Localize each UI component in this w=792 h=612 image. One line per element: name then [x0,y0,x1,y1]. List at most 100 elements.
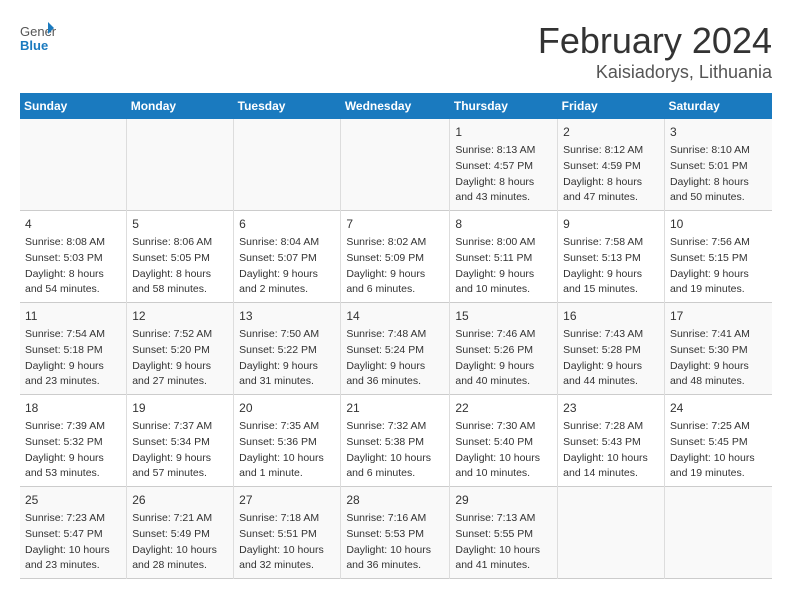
calendar-cell: 4Sunrise: 8:08 AMSunset: 5:03 PMDaylight… [20,211,127,303]
calendar-cell: 23Sunrise: 7:28 AMSunset: 5:43 PMDayligh… [558,395,665,487]
day-number: 4 [25,215,121,233]
cell-info-line: Daylight: 9 hours [25,359,121,375]
calendar-cell: 27Sunrise: 7:18 AMSunset: 5:51 PMDayligh… [234,487,341,579]
cell-info-line: Daylight: 9 hours [239,359,335,375]
calendar-cell: 29Sunrise: 7:13 AMSunset: 5:55 PMDayligh… [450,487,558,579]
cell-info-line: and 27 minutes. [132,374,228,390]
calendar-cell: 6Sunrise: 8:04 AMSunset: 5:07 PMDaylight… [234,211,341,303]
cell-info-line: Sunrise: 8:08 AM [25,235,121,251]
cell-info-line: Sunrise: 8:02 AM [346,235,444,251]
cell-info-line: Sunrise: 7:39 AM [25,419,121,435]
cell-info-line: Sunset: 5:26 PM [455,343,552,359]
cell-info-line: and 54 minutes. [25,282,121,298]
cell-info-line: Sunset: 5:18 PM [25,343,121,359]
cell-info-line: Sunset: 5:32 PM [25,435,121,451]
cell-info-line: and 57 minutes. [132,466,228,482]
cell-info-line: Sunrise: 7:56 AM [670,235,767,251]
cell-info-line: and 44 minutes. [563,374,659,390]
calendar-cell [20,119,127,211]
cell-info-line: Sunset: 5:51 PM [239,527,335,543]
cell-info-line: Daylight: 9 hours [132,359,228,375]
cell-info-line: Daylight: 10 hours [132,543,228,559]
weekday-header-tuesday: Tuesday [234,93,341,119]
cell-info-line: and 23 minutes. [25,374,121,390]
cell-info-line: and 2 minutes. [239,282,335,298]
cell-info-line: Daylight: 9 hours [563,359,659,375]
day-number: 25 [25,491,121,509]
calendar-cell: 3Sunrise: 8:10 AMSunset: 5:01 PMDaylight… [664,119,772,211]
cell-info-line: and 23 minutes. [25,558,121,574]
cell-info-line: Sunrise: 7:41 AM [670,327,767,343]
weekday-header-row: SundayMondayTuesdayWednesdayThursdayFrid… [20,93,772,119]
page-title: February 2024 [538,20,772,62]
cell-info-line: Sunset: 5:55 PM [455,527,552,543]
day-number: 6 [239,215,335,233]
cell-info-line: and 43 minutes. [455,190,552,206]
cell-info-line: Daylight: 9 hours [346,359,444,375]
cell-info-line: Daylight: 9 hours [455,359,552,375]
cell-info-line: Daylight: 9 hours [132,451,228,467]
cell-info-line: Daylight: 9 hours [455,267,552,283]
cell-info-line: and 31 minutes. [239,374,335,390]
cell-info-line: Sunset: 5:01 PM [670,159,767,175]
cell-info-line: Sunrise: 8:04 AM [239,235,335,251]
day-number: 1 [455,123,552,141]
day-number: 28 [346,491,444,509]
calendar-cell: 17Sunrise: 7:41 AMSunset: 5:30 PMDayligh… [664,303,772,395]
logo: General Blue [20,20,56,56]
day-number: 15 [455,307,552,325]
cell-info-line: Daylight: 10 hours [25,543,121,559]
cell-info-line: Sunrise: 7:35 AM [239,419,335,435]
cell-info-line: and 32 minutes. [239,558,335,574]
day-number: 3 [670,123,767,141]
cell-info-line: and 10 minutes. [455,466,552,482]
cell-info-line: Sunset: 5:15 PM [670,251,767,267]
day-number: 10 [670,215,767,233]
svg-text:Blue: Blue [20,38,48,53]
cell-info-line: and 6 minutes. [346,466,444,482]
day-number: 17 [670,307,767,325]
day-number: 7 [346,215,444,233]
cell-info-line: Sunset: 5:36 PM [239,435,335,451]
calendar-week-row: 25Sunrise: 7:23 AMSunset: 5:47 PMDayligh… [20,487,772,579]
cell-info-line: Sunset: 5:49 PM [132,527,228,543]
weekday-header-wednesday: Wednesday [341,93,450,119]
day-number: 13 [239,307,335,325]
day-number: 14 [346,307,444,325]
cell-info-line: Daylight: 8 hours [455,175,552,191]
calendar-cell: 28Sunrise: 7:16 AMSunset: 5:53 PMDayligh… [341,487,450,579]
calendar-cell: 14Sunrise: 7:48 AMSunset: 5:24 PMDayligh… [341,303,450,395]
cell-info-line: Sunset: 5:20 PM [132,343,228,359]
cell-info-line: Sunrise: 7:37 AM [132,419,228,435]
cell-info-line: Sunrise: 8:13 AM [455,143,552,159]
calendar-cell: 16Sunrise: 7:43 AMSunset: 5:28 PMDayligh… [558,303,665,395]
cell-info-line: Daylight: 9 hours [346,267,444,283]
calendar-cell: 20Sunrise: 7:35 AMSunset: 5:36 PMDayligh… [234,395,341,487]
calendar-cell: 12Sunrise: 7:52 AMSunset: 5:20 PMDayligh… [127,303,234,395]
calendar-cell [341,119,450,211]
calendar-cell [664,487,772,579]
cell-info-line: Daylight: 10 hours [346,451,444,467]
calendar-cell: 24Sunrise: 7:25 AMSunset: 5:45 PMDayligh… [664,395,772,487]
cell-info-line: Sunrise: 7:46 AM [455,327,552,343]
day-number: 12 [132,307,228,325]
cell-info-line: Sunset: 5:09 PM [346,251,444,267]
cell-info-line: Sunset: 4:59 PM [563,159,659,175]
cell-info-line: Sunrise: 7:32 AM [346,419,444,435]
calendar-cell: 22Sunrise: 7:30 AMSunset: 5:40 PMDayligh… [450,395,558,487]
day-number: 24 [670,399,767,417]
calendar-cell: 10 Sunrise: 7:56 AMSunset: 5:15 PMDayligh… [664,211,772,303]
cell-info-line: Sunset: 5:45 PM [670,435,767,451]
day-number: 9 [563,215,659,233]
title-block: February 2024 Kaisiadorys, Lithuania [538,20,772,83]
calendar-cell: 19Sunrise: 7:37 AMSunset: 5:34 PMDayligh… [127,395,234,487]
cell-info-line: Sunrise: 7:13 AM [455,511,552,527]
cell-info-line: Sunrise: 7:58 AM [563,235,659,251]
cell-info-line: Sunset: 5:05 PM [132,251,228,267]
cell-info-line: Sunrise: 7:28 AM [563,419,659,435]
cell-info-line: Sunset: 5:28 PM [563,343,659,359]
cell-info-line: Daylight: 9 hours [670,267,767,283]
cell-info-line: Sunrise: 7:43 AM [563,327,659,343]
cell-info-line: Daylight: 10 hours [455,451,552,467]
cell-info-line: and 47 minutes. [563,190,659,206]
